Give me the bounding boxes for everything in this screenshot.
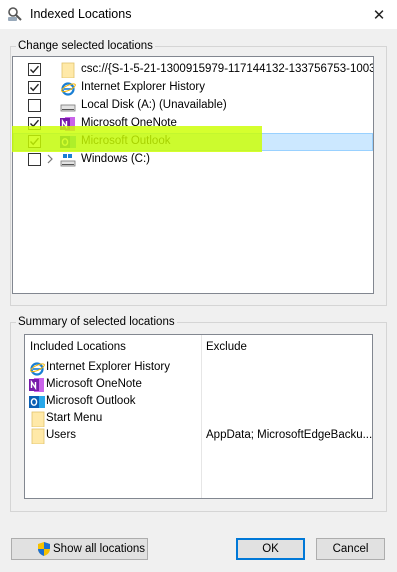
- summary-row: Internet Explorer History: [25, 360, 372, 377]
- close-button[interactable]: ✕: [361, 0, 397, 29]
- checkbox[interactable]: [28, 81, 41, 94]
- summary-row: Start Menu: [25, 411, 372, 428]
- internet-explorer-icon: [60, 80, 76, 96]
- show-all-label: Show all locations: [53, 543, 146, 555]
- folder-icon: [30, 411, 46, 428]
- tree-item-label: Windows (C:): [81, 153, 151, 165]
- internet-explorer-icon: [29, 360, 45, 376]
- checkbox[interactable]: [28, 153, 41, 166]
- checkbox[interactable]: [28, 117, 41, 130]
- tree-item-windows-c[interactable]: Windows (C:): [13, 151, 373, 169]
- column-header-exclude: Exclude: [206, 341, 247, 353]
- folder-icon: [60, 62, 76, 79]
- summary-label: Internet Explorer History: [46, 361, 170, 373]
- outlook-icon: [60, 134, 76, 150]
- summary-row: Microsoft Outlook: [25, 394, 372, 411]
- indexing-options-icon: [7, 6, 23, 22]
- summary-list: Included Locations Exclude Internet Expl…: [24, 334, 373, 499]
- ok-button[interactable]: OK: [236, 538, 305, 560]
- uac-shield-icon: [36, 541, 52, 557]
- window-title: Indexed Locations: [30, 7, 132, 21]
- tree-item-csc[interactable]: csc://{S-1-5-21-1300915979-117144132-133…: [13, 61, 373, 79]
- close-icon: ✕: [372, 6, 386, 24]
- tree-item-label: Internet Explorer History: [81, 81, 205, 93]
- checkbox[interactable]: [28, 99, 41, 112]
- summary-label: Start Menu: [46, 412, 103, 424]
- summary-label: Microsoft OneNote: [46, 378, 142, 390]
- folder-icon: [30, 428, 46, 445]
- summary-row: Users AppData; MicrosoftEdgeBacku...: [25, 428, 373, 445]
- tree-item-local-disk-a[interactable]: Local Disk (A:) (Unavailable): [13, 97, 373, 115]
- cancel-button[interactable]: Cancel: [316, 538, 385, 560]
- locations-tree[interactable]: csc://{S-1-5-21-1300915979-117144132-133…: [12, 56, 374, 294]
- tree-item-label: Local Disk (A:) (Unavailable): [81, 99, 227, 111]
- title-bar: Indexed Locations ✕: [0, 0, 397, 29]
- tree-item-label: Microsoft Outlook: [81, 135, 171, 147]
- column-header-included: Included Locations: [30, 341, 126, 353]
- checkbox[interactable]: [28, 135, 41, 148]
- checkbox[interactable]: [28, 63, 41, 76]
- summary-label: Users: [46, 429, 77, 441]
- summary-label: Microsoft Outlook: [46, 395, 136, 407]
- tree-item-label: csc://{S-1-5-21-1300915979-117144132-133…: [81, 63, 374, 75]
- drive-icon: [60, 98, 76, 114]
- change-locations-legend: Change selected locations: [18, 40, 153, 52]
- onenote-icon: [29, 377, 45, 393]
- tree-item-ie-history[interactable]: Internet Explorer History: [13, 79, 373, 97]
- summary-exclude: AppData; MicrosoftEdgeBacku...: [206, 429, 373, 441]
- show-all-locations-button[interactable]: Show all locations: [11, 538, 148, 560]
- chevron-right-icon[interactable]: [46, 154, 56, 166]
- tree-item-label: Microsoft OneNote: [81, 117, 177, 129]
- onenote-icon: [60, 116, 76, 132]
- windows-drive-icon: [60, 152, 76, 168]
- tree-item-outlook[interactable]: Microsoft Outlook: [13, 133, 373, 151]
- summary-row: Microsoft OneNote: [25, 377, 372, 394]
- summary-legend: Summary of selected locations: [18, 316, 175, 328]
- outlook-icon: [29, 394, 45, 410]
- tree-item-onenote[interactable]: Microsoft OneNote: [13, 115, 373, 133]
